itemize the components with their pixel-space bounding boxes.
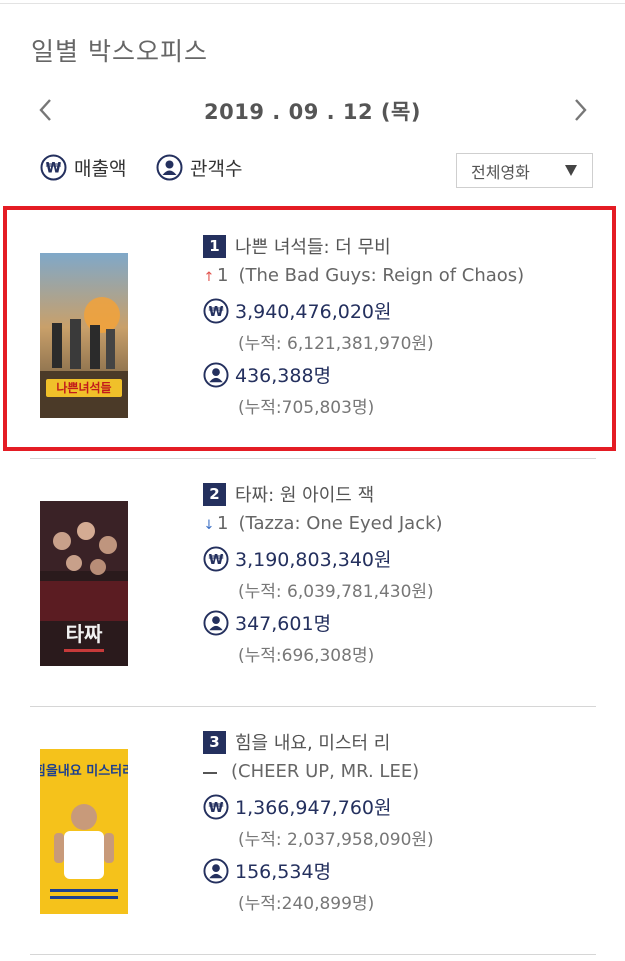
rank-badge: 1 bbox=[203, 234, 226, 258]
cumulative-audience: (누적:705,803명) bbox=[238, 398, 375, 418]
svg-text:₩: ₩ bbox=[46, 161, 62, 177]
person-icon bbox=[203, 857, 229, 884]
movie-title[interactable]: 힘을 내요, 미스터 리 bbox=[235, 733, 390, 754]
poster-title-text: 나쁜녀석들 bbox=[56, 380, 111, 395]
revenue-toggle-label: 매출액 bbox=[74, 158, 127, 180]
page-title: 일별 박스오피스 bbox=[31, 37, 208, 66]
rank-change: 1 bbox=[217, 513, 229, 534]
rank-badge: 3 bbox=[203, 730, 226, 754]
rank-badge: 2 bbox=[203, 482, 226, 506]
audience-toggle-label: 관객수 bbox=[190, 158, 243, 180]
won-icon: ₩ bbox=[203, 545, 229, 572]
daily-audience: 347,601명 bbox=[235, 613, 332, 635]
date-label: 2019 . 09 . 12 (목) bbox=[204, 100, 421, 124]
svg-text:₩: ₩ bbox=[209, 551, 224, 567]
svg-text:₩: ₩ bbox=[209, 303, 224, 319]
movie-poster[interactable]: 나쁜녀석들 bbox=[40, 253, 128, 418]
person-icon bbox=[156, 154, 183, 181]
movie-english-title: (The Bad Guys: Reign of Chaos) bbox=[238, 265, 525, 286]
movie-card[interactable]: 타짜 2 타짜: 원 아이드 잭 ↓ 1 (Tazza: One Eyed Jack)… bbox=[30, 459, 596, 707]
poster-title-text: 힘을내요 미스터리 bbox=[40, 763, 128, 779]
movie-poster[interactable]: 타짜 bbox=[40, 501, 128, 666]
svg-text:₩: ₩ bbox=[209, 799, 224, 815]
won-icon: ₩ bbox=[203, 793, 229, 820]
daily-audience: 156,534명 bbox=[235, 861, 332, 883]
dropdown-caret-icon bbox=[565, 165, 577, 176]
card-divider bbox=[30, 954, 596, 955]
movie-card[interactable]: 나쁜녀석들 1 나쁜 녀석들: 더 무비 ↑ 1 (The Bad Guys: Rei… bbox=[30, 211, 596, 459]
rank-up-icon: ↑ bbox=[203, 270, 215, 285]
movie-title[interactable]: 타짜: 원 아이드 잭 bbox=[235, 485, 374, 506]
won-icon: ₩ bbox=[203, 297, 229, 324]
cumulative-audience: (누적:240,899명) bbox=[238, 894, 375, 914]
revenue-toggle[interactable]: ₩ 매출액 bbox=[40, 154, 126, 181]
rank-down-icon: ↓ bbox=[203, 518, 215, 533]
movie-title[interactable]: 나쁜 녀석들: 더 무비 bbox=[235, 237, 391, 258]
person-icon bbox=[203, 609, 229, 636]
cumulative-sales: (누적: 6,121,381,970원) bbox=[238, 334, 434, 354]
daily-sales: 3,940,476,020원 bbox=[235, 301, 392, 323]
chevron-right-icon bbox=[575, 99, 587, 121]
audience-toggle[interactable]: 관객수 bbox=[156, 154, 242, 181]
daily-audience: 436,388명 bbox=[235, 365, 332, 387]
daily-sales: 3,190,803,340원 bbox=[235, 549, 392, 571]
movie-english-title: (Tazza: One Eyed Jack) bbox=[238, 513, 443, 534]
movie-english-title: (CHEER UP, MR. LEE) bbox=[231, 761, 420, 782]
rank-change: 1 bbox=[217, 265, 229, 286]
cumulative-sales: (누적: 6,039,781,430원) bbox=[238, 582, 434, 602]
cumulative-audience: (누적:696,308명) bbox=[238, 646, 375, 666]
won-icon: ₩ bbox=[40, 154, 67, 181]
top-divider bbox=[0, 3, 625, 4]
movie-filter-value: 전체영화 bbox=[471, 162, 530, 182]
rank-no-change-icon bbox=[203, 771, 217, 774]
daily-sales: 1,366,947,760원 bbox=[235, 797, 392, 819]
poster-title-text: 타짜 bbox=[66, 622, 103, 646]
next-day-button[interactable] bbox=[568, 95, 592, 125]
cumulative-sales: (누적: 2,037,958,090원) bbox=[238, 830, 434, 850]
movie-filter-select[interactable]: 전체영화 bbox=[456, 153, 593, 188]
movie-poster[interactable]: 힘을내요 미스터리 bbox=[40, 749, 128, 914]
movie-card[interactable]: 힘을내요 미스터리 3 힘을 내요, 미스터 리 (CHEER UP, MR. L… bbox=[30, 707, 596, 955]
person-icon bbox=[203, 361, 229, 388]
